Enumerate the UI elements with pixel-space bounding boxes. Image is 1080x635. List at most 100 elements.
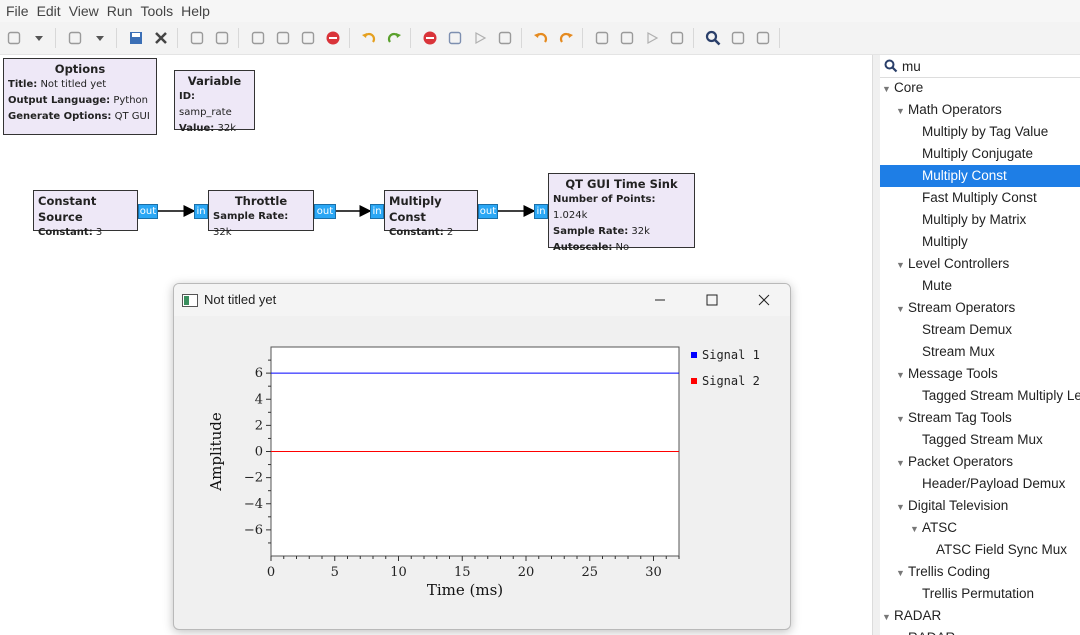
expand-arrow-icon[interactable]: ▼ [910,518,922,540]
close-icon[interactable] [150,27,172,49]
delete-icon[interactable] [322,27,344,49]
expand-arrow-icon[interactable]: ▼ [896,364,908,386]
block-search-input[interactable]: mu [902,59,921,74]
tree-item[interactable]: Tagged Stream Multiply Length [880,385,1080,407]
menu-help[interactable]: Help [181,3,210,19]
tree-item-label: Math Operators [908,102,1002,117]
tree-item-label: Stream Tag Tools [908,410,1012,425]
new-icon[interactable] [3,27,25,49]
tree-item[interactable]: ▼ Stream Tag Tools [880,407,1080,429]
multiply-const-out-port[interactable]: out [478,204,498,219]
dropdown-arrow-icon[interactable] [28,27,50,49]
qt-gui-time-sink-block[interactable]: QT GUI Time Sink Number of Points: 1.024… [548,173,695,253]
throttle-in-port[interactable]: in [194,204,208,219]
up-icon[interactable] [666,27,688,49]
tree-item[interactable]: Multiply by Matrix [880,209,1080,231]
constant-source-block[interactable]: Constant Source Constant: 3 [33,190,138,238]
dropdown-arrow-icon[interactable] [89,27,111,49]
copy-icon[interactable] [272,27,294,49]
tree-item[interactable]: ▼ ATSC [880,517,1080,539]
block-search-box[interactable]: mu [880,55,1080,78]
tree-item[interactable]: ▼ Digital Television [880,495,1080,517]
zoom-in-icon[interactable] [591,27,613,49]
minimize-icon [655,299,665,301]
tree-item[interactable]: Header/Payload Demux [880,473,1080,495]
constant-source-out-port[interactable]: out [138,204,158,219]
time-sink-plot[interactable]: −6 −4 −2 0 2 4 6 0 5 10 15 20 25 30 Time (ms) Amplitude… [174,316,790,629]
reload-icon[interactable] [727,27,749,49]
tree-item[interactable]: Multiply [880,231,1080,253]
expand-arrow-icon[interactable]: ▼ [896,628,908,635]
throttle-block[interactable]: Throttle Sample Rate: 32k [208,190,314,238]
multiply-const-in-port[interactable]: in [370,204,384,219]
multiply-const-block[interactable]: Multiply Const Constant: 2 [384,190,478,238]
undo-icon[interactable] [358,27,380,49]
minimize-button[interactable] [640,288,680,312]
tree-item[interactable]: Stream Mux [880,341,1080,363]
stop-square-icon[interactable] [494,27,516,49]
tree-item[interactable]: ▼ Level Controllers [880,253,1080,275]
tree-item[interactable]: ▼ Core [880,77,1080,99]
kill-icon[interactable] [444,27,466,49]
block-title: Throttle [234,194,288,208]
expand-arrow-icon[interactable]: ▼ [896,408,908,430]
qt-gui-window: Not titled yet −6 −4 −2 0 2 4 6 0 5 10 15 20 25 30 Tim… [173,283,791,630]
expand-arrow-icon[interactable]: ▼ [882,606,894,628]
stop-icon[interactable] [419,27,441,49]
throttle-out-port[interactable]: out [314,204,336,219]
rotate-cw-icon[interactable] [555,27,577,49]
block-title: Constant Source [38,194,97,224]
tree-item[interactable]: Tagged Stream Mux [880,429,1080,451]
run-icon[interactable] [469,27,491,49]
wand-icon[interactable] [752,27,774,49]
menu-tools[interactable]: Tools [140,3,173,19]
zoom-out-icon[interactable] [616,27,638,49]
block-library-panel: mu ▼ Core ▼ Math Operators Multiply by Tag V… [880,55,1080,635]
variable-block[interactable]: Variable ID: samp_rate Value: 32k [174,70,255,134]
tree-item[interactable]: Multiply Const [880,165,1080,187]
maximize-button[interactable] [692,288,732,312]
screenshot-icon[interactable] [211,27,233,49]
expand-arrow-icon[interactable]: ▼ [896,100,908,122]
redo-icon[interactable] [383,27,405,49]
tree-item[interactable]: Multiply Conjugate [880,143,1080,165]
tree-item[interactable]: ▼ Message Tools [880,363,1080,385]
tree-item[interactable]: Mute [880,275,1080,297]
window-titlebar[interactable]: Not titled yet [174,284,790,316]
edit-icon[interactable] [186,27,208,49]
tree-item[interactable]: ▼RADAR [880,627,1080,635]
open-icon[interactable] [64,27,86,49]
expand-arrow-icon[interactable]: ▼ [896,452,908,474]
tree-item[interactable]: Fast Multiply Const [880,187,1080,209]
tree-item[interactable]: Multiply by Tag Value [880,121,1080,143]
tree-item[interactable]: ▼ Trellis Coding [880,561,1080,583]
toolbar-separator [521,28,522,48]
menu-file[interactable]: File [6,3,29,19]
options-block[interactable]: Options Title: Not titled yet Output Lan… [3,58,157,135]
tree-item[interactable]: ▼RADAR [880,605,1080,627]
save-icon[interactable] [125,27,147,49]
paste-icon[interactable] [297,27,319,49]
tree-item[interactable]: ▼ Stream Operators [880,297,1080,319]
cut-icon[interactable] [247,27,269,49]
expand-arrow-icon[interactable]: ▼ [896,298,908,320]
forward-icon[interactable] [641,27,663,49]
tree-item[interactable]: ▼ Packet Operators [880,451,1080,473]
tree-item[interactable]: ▼ Math Operators [880,99,1080,121]
toolbar-separator [349,28,350,48]
menu-edit[interactable]: Edit [37,3,61,19]
expand-arrow-icon[interactable]: ▼ [882,78,894,100]
expand-arrow-icon[interactable]: ▼ [896,562,908,584]
tree-item[interactable]: Stream Demux [880,319,1080,341]
time-sink-in-port[interactable]: in [534,204,548,219]
rotate-ccw-icon[interactable] [530,27,552,49]
expand-arrow-icon[interactable]: ▼ [896,496,908,518]
menu-view[interactable]: View [69,3,99,19]
tree-item-label: Fast Multiply Const [922,190,1037,205]
menu-run[interactable]: Run [107,3,133,19]
expand-arrow-icon[interactable]: ▼ [896,254,908,276]
tree-item[interactable]: Trellis Permutation [880,583,1080,605]
close-window-button[interactable] [744,288,784,312]
find-icon[interactable] [702,27,724,49]
tree-item[interactable]: ATSC Field Sync Mux [880,539,1080,561]
